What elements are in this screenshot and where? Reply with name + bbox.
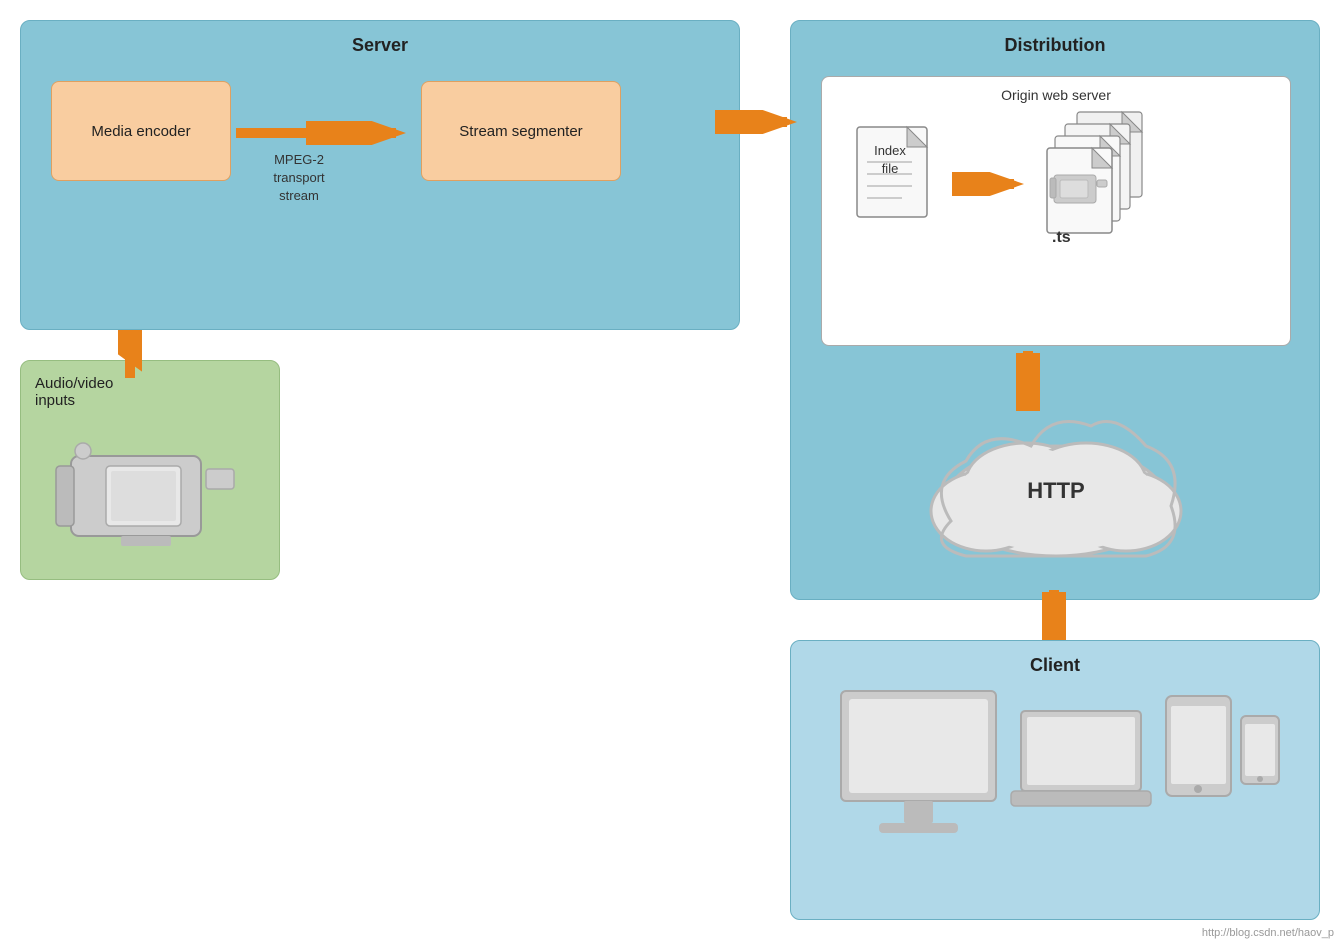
audio-title: Audio/video inputs xyxy=(35,375,113,409)
client-box: Client xyxy=(790,640,1320,920)
index-file-doc: Index file xyxy=(852,122,942,237)
media-encoder-box: Media encoder xyxy=(51,81,231,181)
encoder-to-segmenter-arrow xyxy=(236,121,416,145)
server-title: Server xyxy=(352,35,408,56)
origin-to-cloud-arrow xyxy=(1016,351,1040,411)
audio-box: Audio/video inputs xyxy=(20,360,280,580)
distribution-title: Distribution xyxy=(1005,35,1106,56)
segmenter-to-distribution-arrow xyxy=(715,110,805,134)
watermark: http://blog.csdn.net/haov_p xyxy=(1202,927,1334,939)
diagram-container: Server Media encoder Stream segmenter MP… xyxy=(0,0,1344,945)
client-title: Client xyxy=(1030,655,1080,676)
origin-box: Origin web server Index file xyxy=(821,76,1291,346)
server-box: Server Media encoder Stream segmenter MP… xyxy=(20,20,740,330)
distribution-box: Distribution Origin web server xyxy=(790,20,1320,600)
audio-to-encoder-arrow xyxy=(118,330,142,378)
stream-segmenter-box: Stream segmenter xyxy=(421,81,621,181)
media-encoder-label: Media encoder xyxy=(91,123,190,140)
camera-icon xyxy=(51,431,241,556)
index-file-label: Index file xyxy=(874,143,906,176)
origin-title: Origin web server xyxy=(1001,87,1111,103)
devices-container xyxy=(821,681,1291,891)
svg-text:.ts: .ts xyxy=(1052,229,1071,246)
cloud-container: HTTP xyxy=(886,411,1226,571)
ts-files: .ts xyxy=(1042,107,1192,257)
mpeg-label: MPEG-2 transport stream xyxy=(239,151,359,206)
http-label: HTTP xyxy=(1027,478,1084,503)
stream-segmenter-label: Stream segmenter xyxy=(459,123,582,140)
index-to-ts-arrow xyxy=(952,172,1032,196)
